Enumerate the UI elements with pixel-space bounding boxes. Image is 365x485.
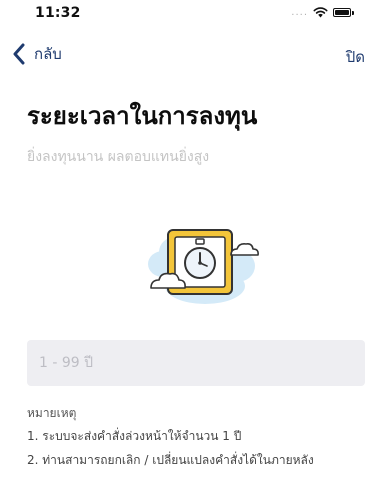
- status-time: 11:32: [35, 5, 81, 21]
- back-button[interactable]: กลับ: [12, 42, 62, 66]
- page-subtitle: ยิ่งลงทุนนาน ผลตอบแทนยิ่งสูง: [27, 149, 210, 165]
- wifi-icon: [313, 7, 328, 18]
- chevron-left-icon: [13, 43, 25, 65]
- close-button[interactable]: ปิด: [346, 45, 365, 69]
- battery-icon: [333, 8, 354, 17]
- back-label: กลับ: [34, 45, 62, 63]
- cloud-icon-right: [230, 243, 259, 256]
- duration-input[interactable]: [27, 340, 365, 386]
- note-item-2: 2. ท่านสามารถยกเลิก / เปลี่ยนแปลงคำสั่งไ…: [27, 453, 314, 467]
- navigation-bar: กลับ ปิด: [0, 38, 365, 74]
- signal-dots: ....: [291, 7, 308, 18]
- status-bar: 11:32 ....: [0, 0, 365, 30]
- status-icons: ....: [291, 7, 354, 18]
- page-title: ระยะเวลาในการลงทุน: [27, 102, 258, 130]
- stopwatch-illustration: [148, 229, 259, 304]
- notes-title: หมายเหตุ: [27, 406, 77, 420]
- note-item-1: 1. ระบบจะส่งคำสั่งล่วงหน้าให้จำนวน 1 ปี: [27, 429, 242, 443]
